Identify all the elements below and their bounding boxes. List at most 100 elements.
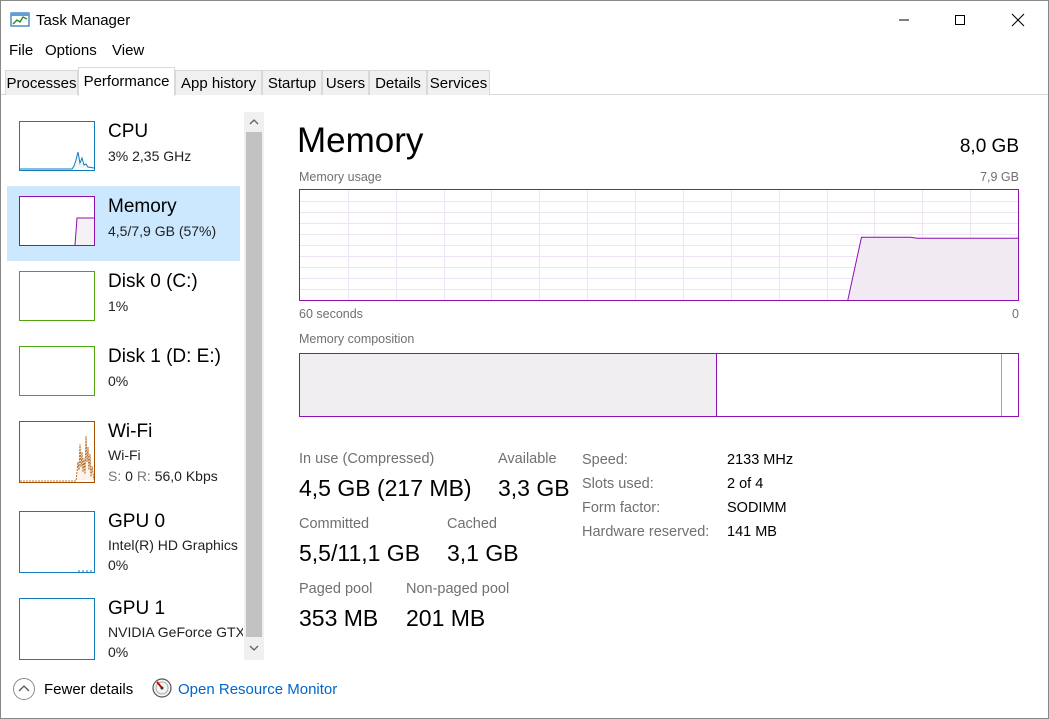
- time-axis-right: 0: [1012, 307, 1019, 321]
- sidebar-item-wifi[interactable]: Wi-Fi Wi-Fi S: 0 R: 56,0 Kbps: [7, 411, 240, 493]
- paged-pool-label: Paged pool: [299, 581, 373, 597]
- tab-details[interactable]: Details: [369, 70, 427, 95]
- sidebar-item-memory-detail: 4,5/7,9 GB (57%): [108, 223, 217, 239]
- usage-area: [847, 237, 1018, 300]
- memory-composition-bar: [299, 353, 1019, 417]
- sidebar-item-disk0[interactable]: Disk 0 (C:) 1%: [7, 261, 240, 336]
- maximize-icon: [955, 15, 965, 25]
- non-paged-pool-label: Non-paged pool: [406, 581, 510, 597]
- cached-value: 3,1 GB: [447, 540, 519, 566]
- committed-value: 5,5/11,1 GB: [299, 540, 421, 566]
- scroll-down-button[interactable]: [246, 640, 262, 656]
- sidebar-item-gpu1[interactable]: GPU 1 NVIDIA GeForce GTX 0%: [7, 588, 243, 666]
- time-axis-left: 60 seconds: [299, 307, 363, 321]
- sidebar-item-disk1[interactable]: Disk 1 (D: E:) 0%: [7, 336, 240, 411]
- chevron-up-icon: [249, 119, 259, 125]
- tab-processes[interactable]: Processes: [5, 70, 78, 95]
- in-use-label: In use (Compressed): [299, 451, 435, 467]
- sidebar-item-memory-name: Memory: [108, 196, 177, 217]
- sidebar-item-wifi-throughput: S: 0 R: 56,0 Kbps: [108, 468, 218, 484]
- sidebar-item-gpu0[interactable]: GPU 0 Intel(R) HD Graphics 0%: [7, 501, 240, 581]
- menu-file[interactable]: File: [9, 42, 33, 59]
- window-title: Task Manager: [36, 12, 131, 29]
- fewer-details-button[interactable]: Fewer details: [44, 681, 133, 698]
- in-use-value: 4,5 GB (217 MB): [299, 475, 472, 501]
- performance-sidebar: CPU 3% 2,35 GHz Memory 4,5/7,9 GB (57%) …: [1, 96, 267, 666]
- sidebar-item-wifi-name: Wi-Fi: [108, 421, 153, 442]
- wifi-receive-value: 56,0 Kbps: [154, 468, 218, 484]
- memory-panel: Memory 8,0 GB Memory usage 7,9 GB 60 sec…: [297, 119, 1021, 659]
- hardware-reserved-value: 141 MB: [727, 524, 777, 540]
- form-factor-value: SODIMM: [727, 500, 787, 516]
- minimize-button[interactable]: [881, 1, 927, 39]
- hardware-reserved-label: Hardware reserved:: [582, 524, 710, 540]
- committed-label: Committed: [299, 516, 370, 532]
- menu-bar: File Options View: [1, 41, 1048, 63]
- page-title: Memory: [297, 121, 424, 160]
- gpu0-thumbnail-graph: [19, 511, 95, 573]
- memory-thumbnail-graph: [19, 196, 95, 246]
- menu-view-label: View: [112, 42, 145, 59]
- task-manager-icon: [10, 11, 30, 29]
- cpu-thumbnail-graph: [19, 121, 95, 171]
- menu-options[interactable]: Options: [45, 42, 97, 59]
- sidebar-item-disk1-detail: 0%: [108, 373, 129, 389]
- form-factor-label: Form factor:: [582, 500, 661, 516]
- cached-label: Cached: [447, 516, 497, 532]
- sidebar-item-cpu-name: CPU: [108, 121, 149, 142]
- disk1-thumbnail-graph: [19, 346, 95, 396]
- wifi-send-label: S:: [108, 468, 122, 484]
- open-resource-monitor-link[interactable]: Open Resource Monitor: [178, 681, 337, 698]
- sidebar-item-disk0-detail: 1%: [108, 298, 129, 314]
- memory-composition-chart: [300, 354, 1002, 416]
- sidebar-item-gpu0-name: GPU 0: [108, 511, 166, 532]
- menu-view[interactable]: View: [112, 42, 144, 59]
- available-label: Available: [498, 451, 557, 467]
- composition-in-use: [300, 354, 716, 416]
- close-icon: [1011, 13, 1025, 27]
- memory-usage-chart: [300, 190, 1018, 301]
- sidebar-item-wifi-detail: Wi-Fi: [108, 447, 141, 463]
- scroll-up-button[interactable]: [246, 114, 262, 130]
- sidebar-item-gpu1-name: GPU 1: [108, 598, 166, 619]
- chevron-up-circle-icon[interactable]: [12, 677, 36, 701]
- menu-file-label: File: [9, 42, 34, 59]
- sidebar-item-cpu[interactable]: CPU 3% 2,35 GHz: [7, 111, 240, 186]
- sidebar-item-gpu1-detail: NVIDIA GeForce GTX: [108, 624, 243, 640]
- tab-startup[interactable]: Startup: [262, 70, 322, 95]
- title-bar: Task Manager: [1, 1, 1048, 39]
- sidebar-item-gpu1-usage: 0%: [108, 644, 129, 660]
- sidebar-item-memory[interactable]: Memory 4,5/7,9 GB (57%): [7, 186, 240, 261]
- tab-performance[interactable]: Performance: [78, 67, 175, 96]
- tab-services[interactable]: Services: [427, 70, 490, 95]
- maximize-button[interactable]: [937, 1, 983, 39]
- tab-users[interactable]: Users: [322, 70, 369, 95]
- non-paged-pool-value: 201 MB: [406, 605, 486, 631]
- scrollbar-thumb[interactable]: [246, 132, 262, 637]
- gpu1-thumbnail-graph: [19, 598, 95, 660]
- sidebar-item-disk0-name: Disk 0 (C:): [108, 271, 198, 292]
- sidebar-item-cpu-detail: 3% 2,35 GHz: [108, 148, 192, 164]
- sidebar-item-gpu0-detail: Intel(R) HD Graphics: [108, 537, 238, 553]
- task-manager-window: Task Manager File Options View Processes…: [0, 0, 1049, 719]
- memory-usage-graph: [299, 189, 1019, 301]
- slots-used-label: Slots used:: [582, 476, 654, 492]
- wifi-send-value: 0: [125, 468, 133, 484]
- wifi-thumbnail-graph: [19, 421, 95, 483]
- wifi-receive-label: R:: [136, 468, 151, 484]
- tab-app-history[interactable]: App history: [175, 70, 262, 95]
- sidebar-scrollbar[interactable]: [244, 112, 264, 660]
- resource-monitor-icon[interactable]: [151, 677, 173, 699]
- memory-usage-max: 7,9 GB: [980, 170, 1019, 184]
- memory-usage-label: Memory usage: [299, 170, 382, 184]
- minimize-icon: [899, 19, 909, 21]
- memory-total: 8,0 GB: [959, 136, 1019, 157]
- sidebar-item-gpu0-usage: 0%: [108, 557, 129, 573]
- tab-strip: Processes Performance App history Startu…: [1, 67, 1048, 96]
- available-value: 3,3 GB: [498, 475, 570, 501]
- sidebar-item-disk1-name: Disk 1 (D: E:): [108, 346, 221, 367]
- memory-composition-label: Memory composition: [299, 332, 415, 346]
- close-button[interactable]: [995, 1, 1041, 39]
- menu-options-label: Options: [45, 42, 97, 59]
- paged-pool-value: 353 MB: [299, 605, 379, 631]
